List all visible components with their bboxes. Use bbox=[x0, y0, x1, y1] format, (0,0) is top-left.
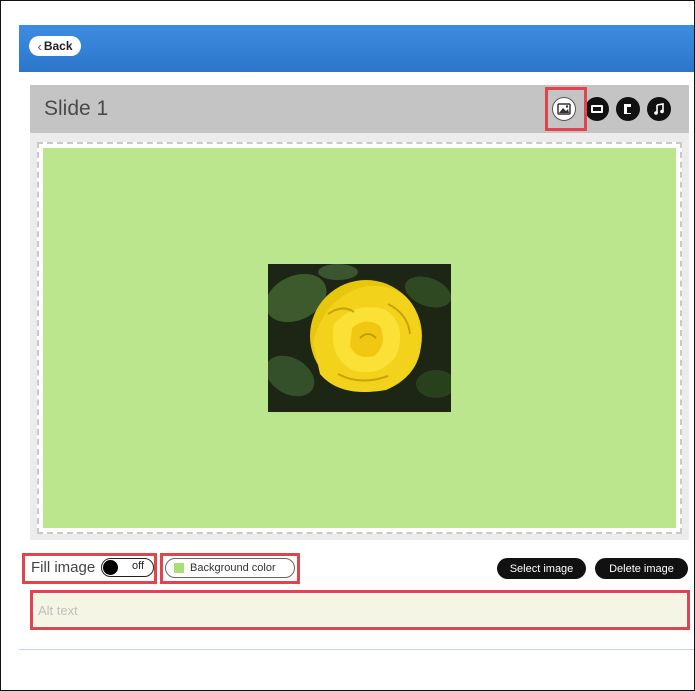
delete-image-label: Delete image bbox=[609, 562, 674, 575]
highlight-fill-image bbox=[22, 553, 157, 584]
highlight-image-icon bbox=[545, 87, 587, 131]
highlight-alt-text bbox=[30, 590, 690, 630]
chevron-left-icon: ‹ bbox=[37, 38, 42, 54]
highlight-background-color bbox=[160, 553, 300, 584]
back-button[interactable]: ‹ Back bbox=[29, 36, 81, 56]
delete-image-button[interactable]: Delete image bbox=[595, 558, 688, 579]
select-image-button[interactable]: Select image bbox=[497, 558, 586, 579]
bottom-divider bbox=[19, 649, 694, 650]
top-bar: ‹ Back bbox=[19, 25, 694, 72]
media-icon[interactable] bbox=[585, 97, 609, 121]
music-note-icon[interactable] bbox=[647, 97, 671, 121]
back-label: Back bbox=[43, 39, 73, 53]
slide-title: Slide 1 bbox=[44, 97, 109, 120]
select-image-label: Select image bbox=[509, 562, 574, 575]
slide-title-bar: Slide 1 bbox=[30, 85, 689, 133]
layout-icon[interactable] bbox=[616, 97, 640, 121]
slide-image[interactable] bbox=[268, 264, 451, 412]
